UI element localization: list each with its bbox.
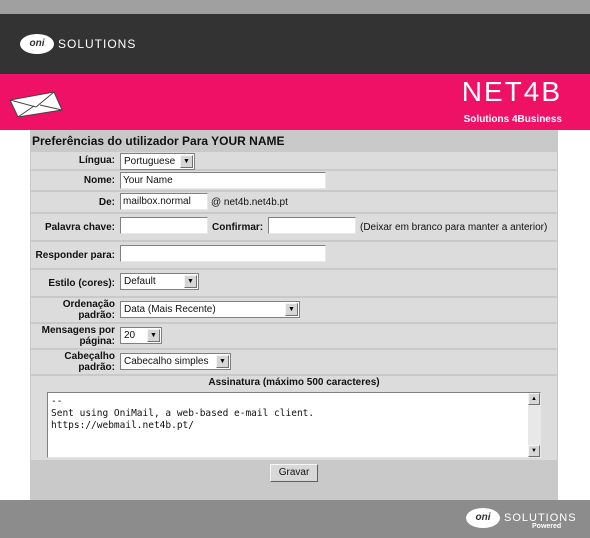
header-mode-value: Cabecalho simples [124,356,209,367]
sort-label: Ordenação padrão: [62,299,115,321]
per-page-value: 20 [124,330,136,341]
language-row: Língua: Portuguese ▼ [31,152,557,170]
chevron-down-icon[interactable]: ▼ [147,329,160,342]
name-row: Nome: Your Name [31,171,557,190]
language-label: Língua: [78,155,115,166]
chevron-down-icon[interactable]: ▼ [184,275,197,288]
save-button[interactable]: Gravar [270,464,318,482]
language-select[interactable]: Portuguese ▼ [120,153,195,170]
reply-to-label: Responder para: [35,249,115,261]
password-row: Palavra chave: Confirmar: (Deixar em bra… [31,214,557,240]
preferences-form: Preferências do utilizador Para YOUR NAM… [30,130,558,500]
per-page-select[interactable]: 20 ▼ [120,327,162,344]
reply-to-input[interactable] [120,245,326,262]
confirm-label: Confirmar: [212,222,264,233]
language-value: Portuguese [124,156,176,167]
confirm-password-input[interactable] [268,217,356,234]
mailbox-input[interactable]: mailbox.normal [120,193,208,210]
net4b-tagline: Solutions 4Business [463,114,562,125]
name-label: Nome: [83,175,115,186]
domain-text: @ net4b.net4b.pt [211,197,288,208]
scroll-down-icon[interactable]: ▼ [528,445,540,457]
sort-select[interactable]: Data (Mais Recente) ▼ [120,301,300,318]
style-row: Estilo (cores): Default ▼ [31,270,557,296]
envelope-icon [8,90,64,123]
oni-logo-mark: oni [20,34,54,54]
signature-scrollbar[interactable]: ▲ ▼ [528,393,540,457]
signature-row: -- Sent using OniMail, a web-based e-mai… [31,390,557,460]
per-page-label: Mensagens por página: [41,325,115,347]
oni-logo-text: SOLUTIONS [58,37,137,51]
signature-textarea[interactable]: -- Sent using OniMail, a web-based e-mai… [47,392,541,458]
powered-text: Powered [532,523,562,530]
password-label: Palavra chave: [44,221,115,233]
password-hint: (Deixar em branco para manter a anterior… [360,222,548,233]
chevron-down-icon[interactable]: ▼ [180,155,193,168]
header-mode-select[interactable]: Cabecalho simples ▼ [120,353,231,370]
header-mode-label: Cabeçalho padrão: [64,351,115,373]
style-label: Estilo (cores): [48,277,115,289]
reply-to-row: Responder para: [31,242,557,268]
top-strip [0,0,590,14]
net4b-logo: NET4B [461,76,562,107]
sort-row: Ordenação padrão: Data (Mais Recente) ▼ [31,298,557,322]
per-page-row: Mensagens por página: 20 ▼ [31,324,557,348]
name-input[interactable]: Your Name [120,172,326,189]
password-input[interactable] [120,217,208,234]
chevron-down-icon[interactable]: ▼ [216,355,229,368]
from-row: De: mailbox.normal @ net4b.net4b.pt [31,192,557,212]
sort-value: Data (Mais Recente) [124,304,216,315]
scroll-up-icon[interactable]: ▲ [528,393,540,405]
oni-solutions-logo: oni SOLUTIONS [20,34,136,54]
style-select[interactable]: Default ▼ [120,273,199,290]
header-mode-row: Cabeçalho padrão: Cabecalho simples ▼ [31,350,557,374]
chevron-down-icon[interactable]: ▼ [285,303,298,316]
style-value: Default [124,276,156,287]
page-title: Preferências do utilizador Para YOUR NAM… [32,134,285,148]
signature-label: Assinatura (máximo 500 caracteres) [31,376,557,390]
from-label: De: [98,196,115,208]
footer-oni-mark: oni [466,508,500,528]
